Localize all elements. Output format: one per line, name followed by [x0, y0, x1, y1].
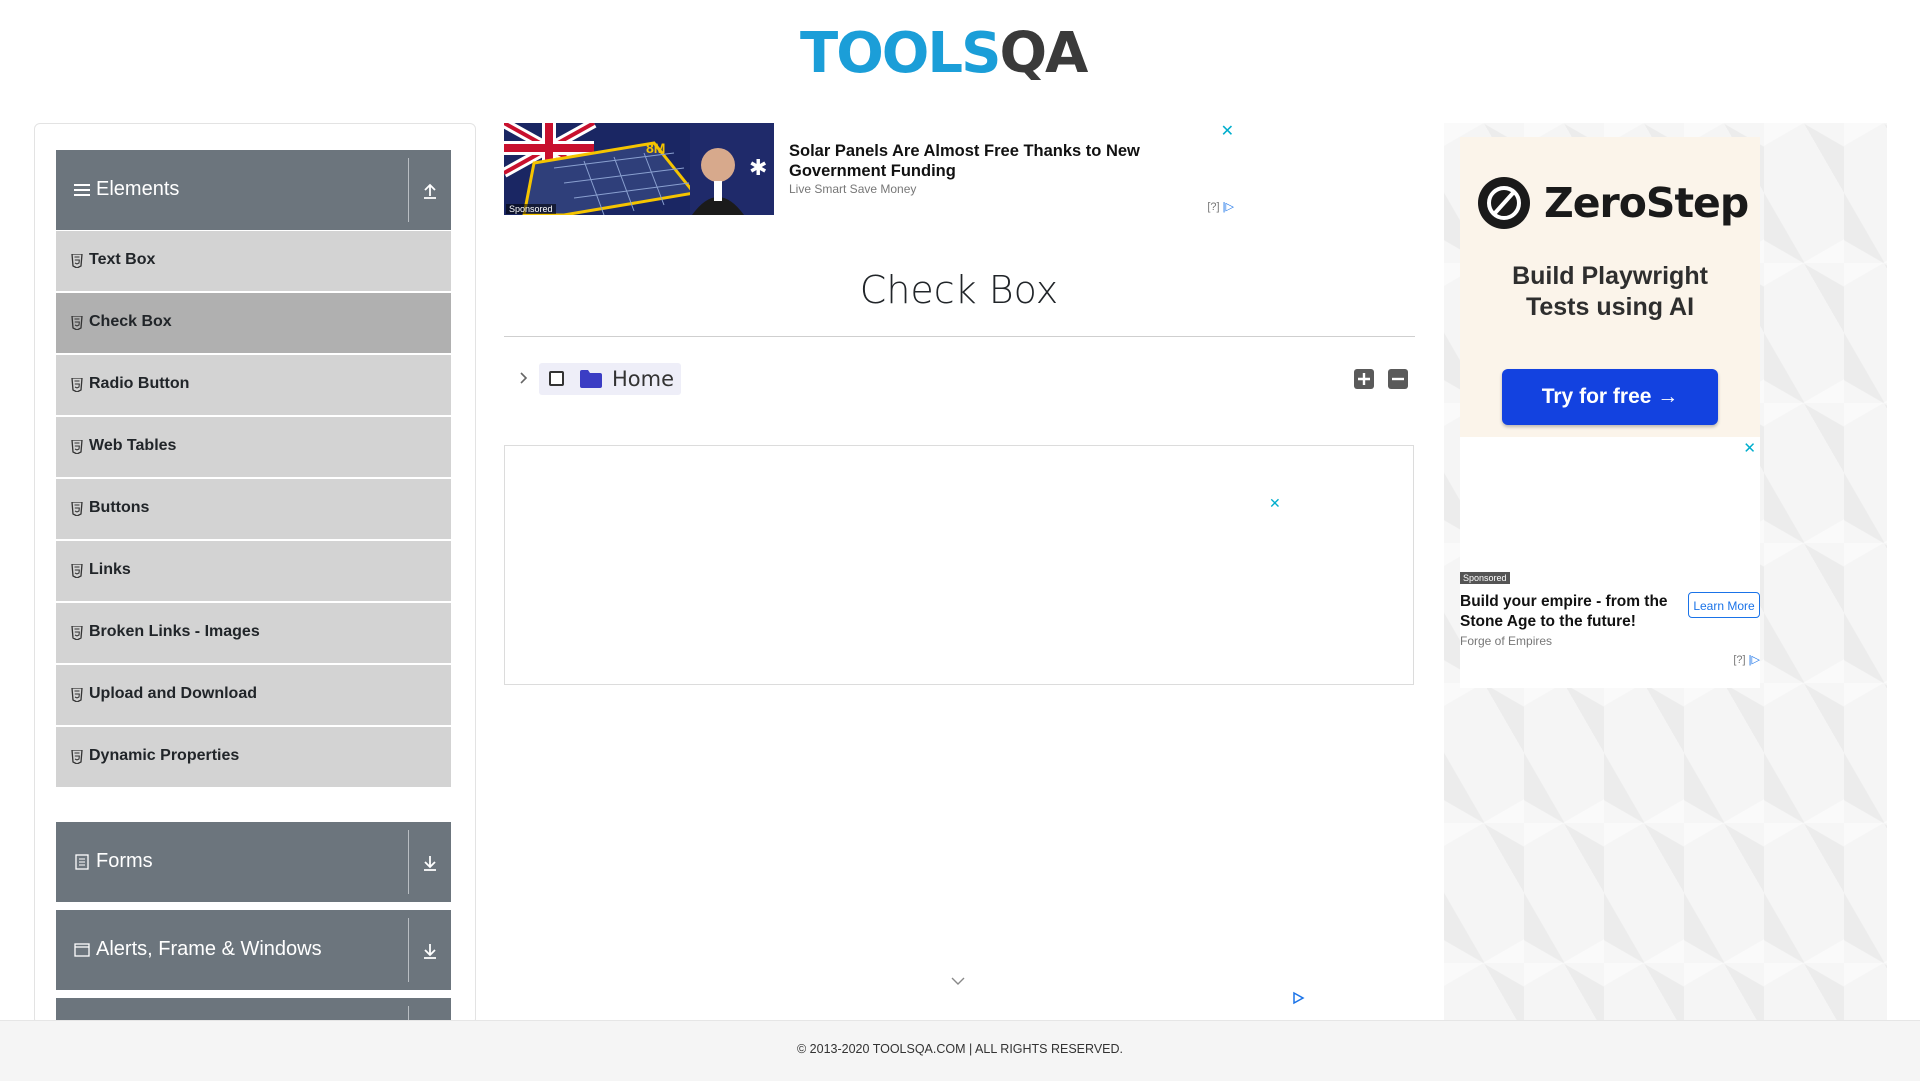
elements-menu-list: Text Box Check Box Radio Button Web Tabl… [56, 231, 451, 789]
tree-node-home[interactable]: Home [539, 363, 681, 395]
ad-info[interactable]: [?] |▷ [1733, 653, 1760, 666]
menu-item-label: Buttons [89, 499, 150, 516]
menu-item-upload-and-download[interactable]: Upload and Download [56, 665, 451, 727]
menu-item-label: Check Box [89, 313, 172, 330]
html5-icon [71, 750, 83, 764]
html5-icon [71, 254, 83, 268]
document-icon [75, 854, 89, 870]
menu-item-web-tables[interactable]: Web Tables [56, 417, 451, 479]
group-title-elements: Elements [96, 178, 180, 200]
zerostep-mark-icon [1478, 177, 1530, 229]
collapse-all-button[interactable] [1388, 369, 1408, 389]
adchoices-icon[interactable]: |▷ [1223, 201, 1234, 213]
menu-item-label: Links [89, 561, 131, 578]
checkbox-tree: Home [510, 362, 1410, 396]
menu-item-label: Text Box [89, 251, 156, 268]
group-divider [408, 918, 409, 982]
logo-text-qa: QA [999, 21, 1088, 86]
plus-icon [1358, 373, 1370, 385]
top-banner-ad[interactable]: 8M ✱ Sponsored Solar Panels Are Almost F… [504, 123, 1234, 215]
ad-source: Forge of Empires [1460, 634, 1553, 648]
html5-icon [71, 564, 83, 578]
ad-image: 8M ✱ Sponsored [504, 123, 774, 215]
html5-icon [71, 502, 83, 516]
menu-item-links[interactable]: Links [56, 541, 451, 603]
html5-icon [71, 316, 83, 330]
group-header-alerts-frame-windows[interactable]: Alerts, Frame & Windows [56, 910, 451, 990]
window-icon [74, 943, 90, 957]
try-for-free-button[interactable]: Try for free → [1502, 369, 1718, 425]
page-title: Check Box [859, 268, 1059, 312]
ad-headline[interactable]: Solar Panels Are Almost Free Thanks to N… [789, 141, 1229, 181]
title-divider [504, 336, 1415, 337]
menu-item-label: Broken Links - Images [89, 623, 260, 640]
menu-item-buttons[interactable]: Buttons [56, 479, 451, 541]
footer: © 2013-2020 TOOLSQA.COM | ALL RIGHTS RES… [0, 1020, 1920, 1081]
ad-info-label: [?] [1733, 654, 1746, 666]
ad-photo: 8M ✱ [504, 123, 774, 215]
arrow-down-icon[interactable] [419, 852, 441, 874]
close-icon[interactable]: ✕ [1269, 496, 1281, 512]
forge-of-empires-ad[interactable]: ✕ Sponsored Build your empire - from the… [1460, 437, 1760, 688]
learn-more-button[interactable]: Learn More [1688, 592, 1760, 618]
menu-item-broken-links-images[interactable]: Broken Links - Images [56, 603, 451, 665]
group-divider [408, 830, 409, 894]
zerostep-brand: ZeroStep [1544, 179, 1749, 227]
group-divider [408, 158, 409, 222]
close-icon[interactable]: ✕ [1221, 123, 1234, 139]
group-header-forms[interactable]: Forms [56, 822, 451, 902]
checkbox-home[interactable] [549, 371, 564, 386]
zerostep-tagline: Build Playwright Tests using AI [1460, 261, 1760, 323]
zerostep-tagline-line1: Build Playwright [1512, 262, 1708, 290]
chevron-right-icon[interactable] [515, 370, 531, 386]
menu-item-text-box[interactable]: Text Box [56, 231, 451, 293]
html5-icon [71, 378, 83, 392]
ad-image-badge: 8M [646, 140, 665, 156]
menu-item-dynamic-properties[interactable]: Dynamic Properties [56, 727, 451, 789]
content-ad-frame: ✕ [504, 445, 1414, 685]
menu-item-radio-button[interactable]: Radio Button [56, 355, 451, 417]
html5-icon [71, 688, 83, 702]
chevron-down-icon[interactable] [950, 975, 966, 987]
group-title-forms: Forms [96, 850, 153, 872]
zerostep-ad[interactable]: ZeroStep Build Playwright Tests using AI… [1460, 137, 1760, 437]
group-title-alerts: Alerts, Frame & Windows [96, 938, 322, 960]
menu-item-label: Dynamic Properties [89, 747, 240, 764]
sponsored-tag: Sponsored [506, 204, 556, 214]
minus-icon [1392, 377, 1404, 381]
menu-item-label: Upload and Download [89, 685, 257, 702]
ad-info[interactable]: [?] |▷ [1207, 200, 1234, 213]
close-icon[interactable]: ✕ [1743, 439, 1756, 457]
group-header-elements[interactable]: Elements [56, 150, 451, 230]
hamburger-icon [74, 184, 90, 196]
ad-source: Live Smart Save Money [789, 182, 917, 196]
arrow-up-icon[interactable] [419, 180, 441, 202]
footer-copyright: © 2013-2020 TOOLSQA.COM | ALL RIGHTS RES… [796, 1042, 1123, 1056]
expand-all-button[interactable] [1354, 369, 1374, 389]
adchoices-icon[interactable] [1291, 991, 1305, 1005]
tree-node-label: Home [612, 367, 675, 391]
menu-item-check-box[interactable]: Check Box [56, 293, 451, 355]
logo-text-tools: TOOLS [800, 21, 1001, 86]
toolsqa-logo[interactable]: TOOLSQA [800, 12, 1125, 94]
html5-icon [71, 440, 83, 454]
left-sidebar: Elements Text Box Check Box Radio Button… [34, 123, 476, 1025]
folder-icon [580, 370, 602, 388]
ad-info-label: [?] [1207, 201, 1220, 213]
logo-wordmark: TOOLSQA [800, 21, 1088, 86]
ad-headline[interactable]: Build your empire - from the Stone Age t… [1460, 592, 1680, 632]
menu-item-label: Web Tables [89, 437, 177, 454]
adchoices-icon[interactable]: |▷ [1749, 654, 1760, 666]
sponsored-tag: Sponsored [1460, 572, 1510, 584]
arrow-down-icon[interactable] [419, 940, 441, 962]
svg-text:✱: ✱ [749, 156, 767, 181]
zerostep-tagline-line2: Tests using AI [1525, 293, 1695, 321]
zerostep-logo: ZeroStep [1478, 175, 1758, 231]
html5-icon [71, 626, 83, 640]
menu-item-label: Radio Button [89, 375, 190, 392]
right-ad-column: ZeroStep Build Playwright Tests using AI… [1444, 123, 1887, 1023]
